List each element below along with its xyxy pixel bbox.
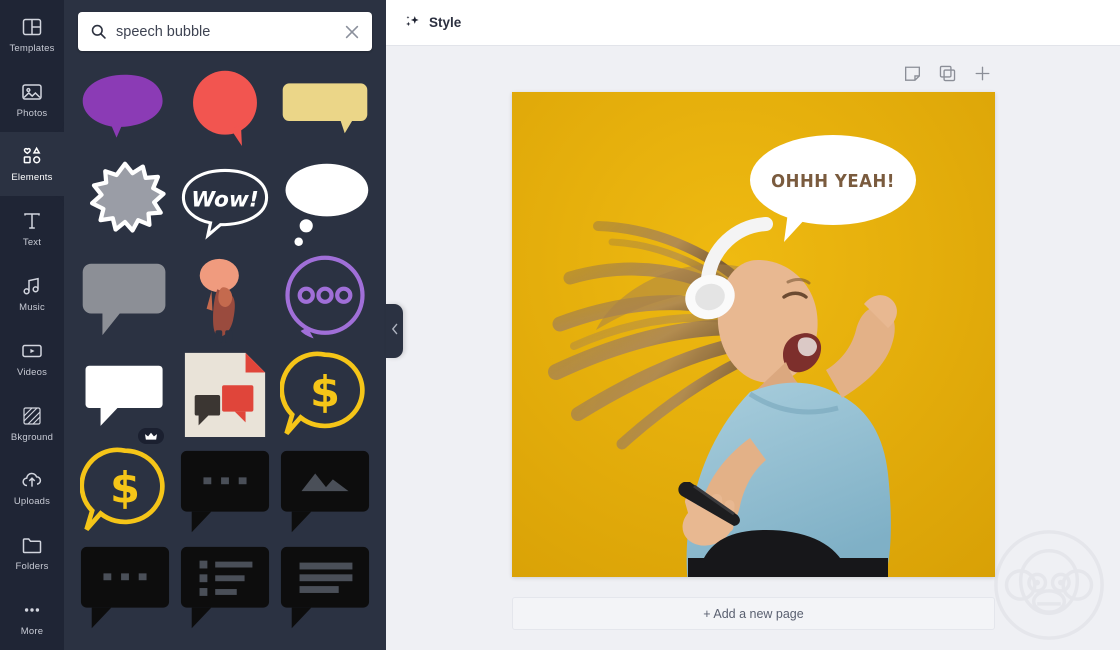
element-gray-burst-bubble[interactable]	[78, 158, 172, 248]
chevron-left-icon	[391, 322, 399, 340]
photos-icon	[20, 80, 44, 104]
elements-icon	[20, 144, 44, 168]
more-dots-icon	[20, 598, 44, 622]
sidebar-item-background[interactable]: Bkground	[0, 391, 64, 456]
sidebar-item-text[interactable]: Text	[0, 196, 64, 261]
element-wow-outline-bubble[interactable]: Wow!	[178, 158, 272, 248]
premium-badge	[138, 428, 164, 444]
elements-panel: Wow!	[64, 0, 386, 650]
element-purple-oval-bubble[interactable]	[78, 62, 172, 152]
page-tools	[386, 64, 1120, 83]
music-icon	[20, 274, 44, 298]
svg-text:$: $	[310, 367, 340, 417]
sidebar-label: Uploads	[13, 496, 51, 508]
uploads-icon	[20, 468, 44, 492]
editor-window: Templates Photos Elements Text Music Vid…	[0, 0, 1120, 650]
element-yellow-dollar-bubble-2[interactable]: $	[78, 446, 172, 536]
text-icon	[20, 209, 44, 233]
element-person-talking-illustration[interactable]	[178, 254, 272, 344]
templates-icon	[20, 15, 44, 39]
sidebar-label: Folders	[15, 561, 49, 573]
search-input[interactable]	[116, 23, 342, 40]
sidebar-item-templates[interactable]: Templates	[0, 2, 64, 67]
videos-icon	[20, 339, 44, 363]
sidebar-label: Bkground	[10, 431, 54, 443]
element-partial-2[interactable]	[178, 638, 272, 645]
sidebar-item-music[interactable]: Music	[0, 261, 64, 326]
sidebar-item-more[interactable]: More	[0, 585, 64, 650]
element-white-thought-bubble[interactable]	[278, 158, 372, 248]
sidebar-item-folders[interactable]: Folders	[0, 520, 64, 585]
plus-icon[interactable]	[973, 64, 992, 83]
add-page-label: + Add a new page	[703, 606, 804, 621]
sticky-note-icon[interactable]	[903, 64, 922, 83]
element-red-round-bubble[interactable]	[178, 62, 272, 152]
svg-text:Wow!: Wow!	[191, 188, 259, 213]
sidebar-label: Elements	[11, 172, 53, 184]
search-bar-container	[64, 0, 386, 60]
elements-results-grid: Wow! $ $	[64, 60, 386, 645]
canvas-area: OHHH YEAH! + Add a new page	[386, 46, 1120, 650]
design-artboard[interactable]: OHHH YEAH!	[512, 92, 995, 577]
sidebar-item-elements[interactable]: Elements	[0, 121, 64, 207]
element-white-square-bubble[interactable]	[78, 350, 172, 444]
element-gray-square-bubble[interactable]	[78, 254, 172, 344]
add-new-page-button[interactable]: + Add a new page	[512, 597, 995, 630]
element-purple-ellipsis-circle[interactable]	[278, 254, 372, 344]
element-partial-3[interactable]	[278, 638, 372, 645]
element-black-dots-bubble[interactable]	[178, 446, 272, 536]
search-bar[interactable]	[78, 12, 372, 51]
collapse-panel[interactable]	[386, 304, 403, 358]
element-chat-document-illustration[interactable]	[178, 350, 272, 440]
element-partial-red-bubble[interactable]	[78, 638, 172, 645]
sidebar-item-uploads[interactable]: Uploads	[0, 456, 64, 521]
sidebar-label: Text	[22, 237, 42, 249]
top-toolbar: Style	[386, 0, 1120, 46]
sidebar-label: More	[20, 626, 44, 638]
element-black-list-bubble[interactable]	[178, 542, 272, 632]
left-sidebar: Templates Photos Elements Text Music Vid…	[0, 0, 64, 650]
element-black-dots-bubble-2[interactable]	[78, 542, 172, 632]
sidebar-label: Photos	[16, 107, 48, 119]
copy-icon[interactable]	[938, 64, 957, 83]
element-yellow-dollar-bubble[interactable]: $	[278, 350, 372, 440]
style-button[interactable]: Style	[404, 14, 461, 31]
element-black-lines-bubble[interactable]	[278, 542, 372, 632]
folders-icon	[20, 533, 44, 557]
element-black-image-bubble[interactable]	[278, 446, 372, 536]
sidebar-label: Videos	[16, 366, 48, 378]
sidebar-label: Templates	[9, 42, 55, 54]
close-icon[interactable]	[342, 22, 362, 42]
sidebar-label: Music	[19, 302, 45, 314]
sparkle-icon	[404, 14, 421, 31]
background-icon	[20, 404, 44, 428]
speech-bubble-element[interactable]: OHHH YEAH!	[748, 132, 918, 242]
svg-text:$: $	[110, 463, 140, 513]
sidebar-item-videos[interactable]: Videos	[0, 326, 64, 391]
monkey-logo-watermark	[994, 530, 1104, 640]
style-label: Style	[429, 15, 462, 30]
speech-bubble-text: OHHH YEAH!	[771, 172, 895, 192]
search-icon	[90, 23, 107, 40]
main-area: Style OHHH YEAH! + Add a new page	[386, 0, 1120, 650]
element-yellow-rect-bubble[interactable]	[278, 62, 372, 152]
